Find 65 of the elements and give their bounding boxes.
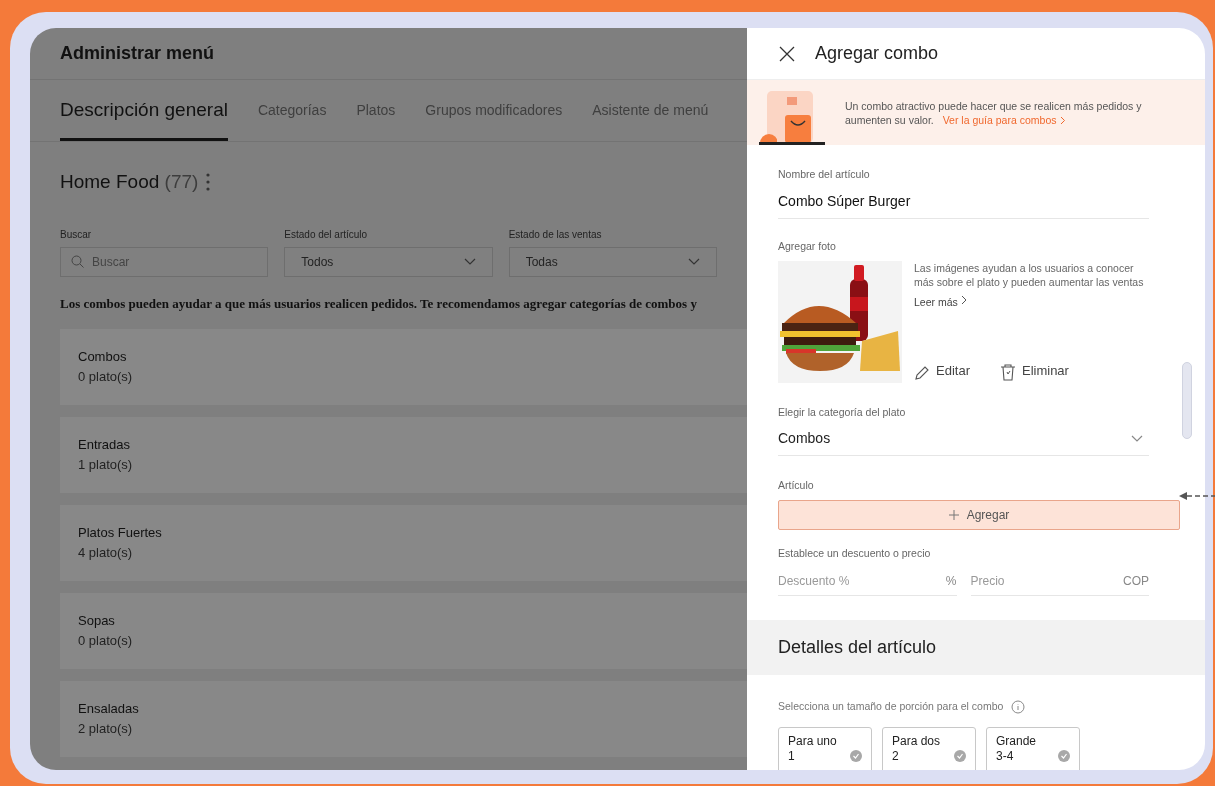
field-label: Artículo: [778, 478, 815, 494]
close-button[interactable]: [779, 45, 795, 62]
field-label: Establece un descuento o precio: [778, 546, 932, 561]
field-label: Nombre del artículo: [778, 167, 871, 182]
category-name: Combos: [78, 348, 128, 366]
dish-count: 4 plato(s): [78, 543, 134, 562]
pointer-arrow: [1179, 491, 1215, 501]
tab[interactable]: Descripción general: [60, 80, 228, 141]
category-name: Entradas: [78, 436, 132, 454]
pencil-icon: [914, 364, 930, 381]
dish-count: 0 plato(s): [78, 631, 134, 650]
combo-guide-link[interactable]: Ver la guía para combos: [942, 113, 1067, 126]
portion-option[interactable]: Grande 3-4: [986, 726, 1080, 770]
trash-icon: [999, 363, 1016, 381]
read-more-link[interactable]: Leer más: [914, 294, 967, 311]
filter-label: Estado de las ventas: [508, 227, 603, 242]
tab[interactable]: Categorías: [257, 80, 327, 141]
category-card[interactable]: Combos 0 plato(s): [60, 328, 747, 405]
portion-label: Selecciona un tamaño de porción para el combo: [778, 698, 1004, 714]
category-name: Ensaladas: [78, 700, 140, 718]
portion-option[interactable]: Para dos 2: [882, 726, 976, 770]
section-title: Detalles del artículo: [778, 635, 937, 659]
photo-action-button[interactable]: Eliminar: [999, 361, 1069, 381]
filter-label: Estado del artículo: [284, 227, 369, 242]
status-dropdown[interactable]: Todas: [508, 246, 717, 277]
plus-icon: [948, 510, 959, 520]
more-options-icon[interactable]: [206, 173, 211, 192]
dish-count: 1 plato(s): [78, 455, 134, 474]
category-card[interactable]: Sopas 0 plato(s): [60, 592, 747, 669]
chevron-down-icon: [688, 257, 700, 266]
add-item-button[interactable]: Agregar: [778, 500, 1180, 530]
chevron-right-icon: [1060, 116, 1067, 126]
tab[interactable]: Asistente de menú: [592, 80, 709, 141]
item-name-field[interactable]: Combo Súper Burger: [778, 190, 1149, 219]
dish-count: 2 plato(s): [78, 719, 134, 738]
banner-text: Un combo atractivo puede hacer que se realicen más pedidos y aumenten su valor. Ver la guía para combos: [845, 98, 1143, 127]
dish-count: 0 plato(s): [78, 367, 134, 386]
photo-action-button[interactable]: Editar: [914, 361, 970, 381]
shopping-bag-icon: [759, 89, 825, 145]
photo-hint: Las imágenes ayudan a los usuarios a conocer más sobre el plato y pueden aumentar las ventas: [914, 260, 1145, 289]
field-label: Agregar foto: [778, 238, 837, 254]
category-card[interactable]: Ensaladas 2 plato(s): [60, 680, 747, 757]
page-title: Administrar menú: [60, 42, 215, 65]
category-card[interactable]: Platos Fuertes 4 plato(s): [60, 504, 747, 581]
chevron-down-icon: [463, 257, 476, 266]
chevron-down-icon: [1131, 434, 1143, 443]
price-field[interactable]: Descuento % %: [778, 571, 957, 596]
combo-notice: Los combos pueden ayudar a que más usuarios realicen pedidos. Te recomendamos agregar categorías de combos y: [60, 295, 697, 311]
store-name: Home Food (77): [60, 170, 199, 194]
portion-option[interactable]: Para uno 1: [778, 726, 872, 770]
filter-label: Buscar: [60, 227, 93, 242]
info-icon[interactable]: [1011, 699, 1026, 714]
drawer-title: Agregar combo: [815, 42, 939, 65]
status-dropdown[interactable]: Todos: [284, 246, 493, 277]
chevron-right-icon: [960, 294, 967, 305]
price-field[interactable]: Precio COP: [970, 571, 1149, 596]
field-label: Elegir la categoría del plato: [778, 404, 907, 420]
category-dropdown[interactable]: Combos: [778, 428, 1149, 457]
tab[interactable]: Grupos modificadores: [425, 80, 563, 141]
tab[interactable]: Platos: [356, 80, 396, 141]
scrollbar[interactable]: [1182, 362, 1192, 439]
category-name: Sopas: [78, 612, 116, 630]
search-icon: [71, 255, 84, 268]
category-card[interactable]: Entradas 1 plato(s): [60, 416, 747, 493]
category-name: Platos Fuertes: [78, 524, 163, 542]
